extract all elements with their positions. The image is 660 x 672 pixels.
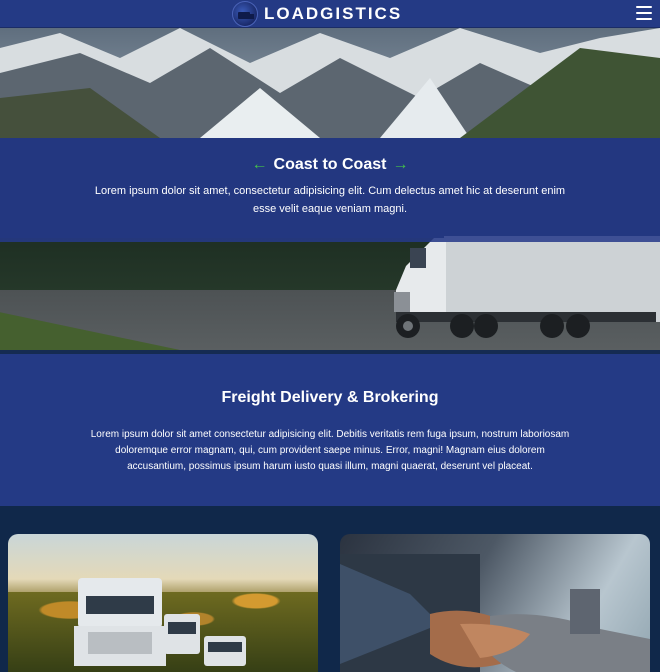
top-navbar: LOADGISTICS <box>0 0 660 28</box>
hamburger-menu-icon[interactable] <box>636 6 652 20</box>
hero-title-row: ← Coast to Coast → <box>0 156 660 174</box>
trucks-image-card[interactable] <box>8 534 318 672</box>
arrow-left-icon: ← <box>251 156 268 173</box>
hero-text: Lorem ipsum dolor sit amet, consectetur … <box>94 185 566 215</box>
hero-section: ← Coast to Coast → Lorem ipsum dolor sit… <box>0 28 660 350</box>
handshake-image-card[interactable] <box>340 534 650 672</box>
brand[interactable]: LOADGISTICS <box>232 0 402 28</box>
menu-line <box>636 6 652 8</box>
menu-line <box>636 18 652 20</box>
trucks-convoy-illustration <box>74 578 246 666</box>
hero-title: Coast to Coast <box>273 156 387 173</box>
freight-section: Freight Delivery & Brokering Lorem ipsum… <box>0 354 660 506</box>
hero-overlay-band: ← Coast to Coast → Lorem ipsum dolor sit… <box>0 138 660 242</box>
section-title: Freight Delivery & Brokering <box>221 389 439 406</box>
brand-name: LOADGISTICS <box>264 4 403 23</box>
section-text: Lorem ipsum dolor sit amet consectetur a… <box>90 429 570 472</box>
truck-globe-logo <box>232 1 258 27</box>
handshake-illustration <box>340 554 650 672</box>
arrow-right-icon: → <box>392 156 409 173</box>
image-cards <box>0 506 660 672</box>
menu-line <box>636 12 652 14</box>
